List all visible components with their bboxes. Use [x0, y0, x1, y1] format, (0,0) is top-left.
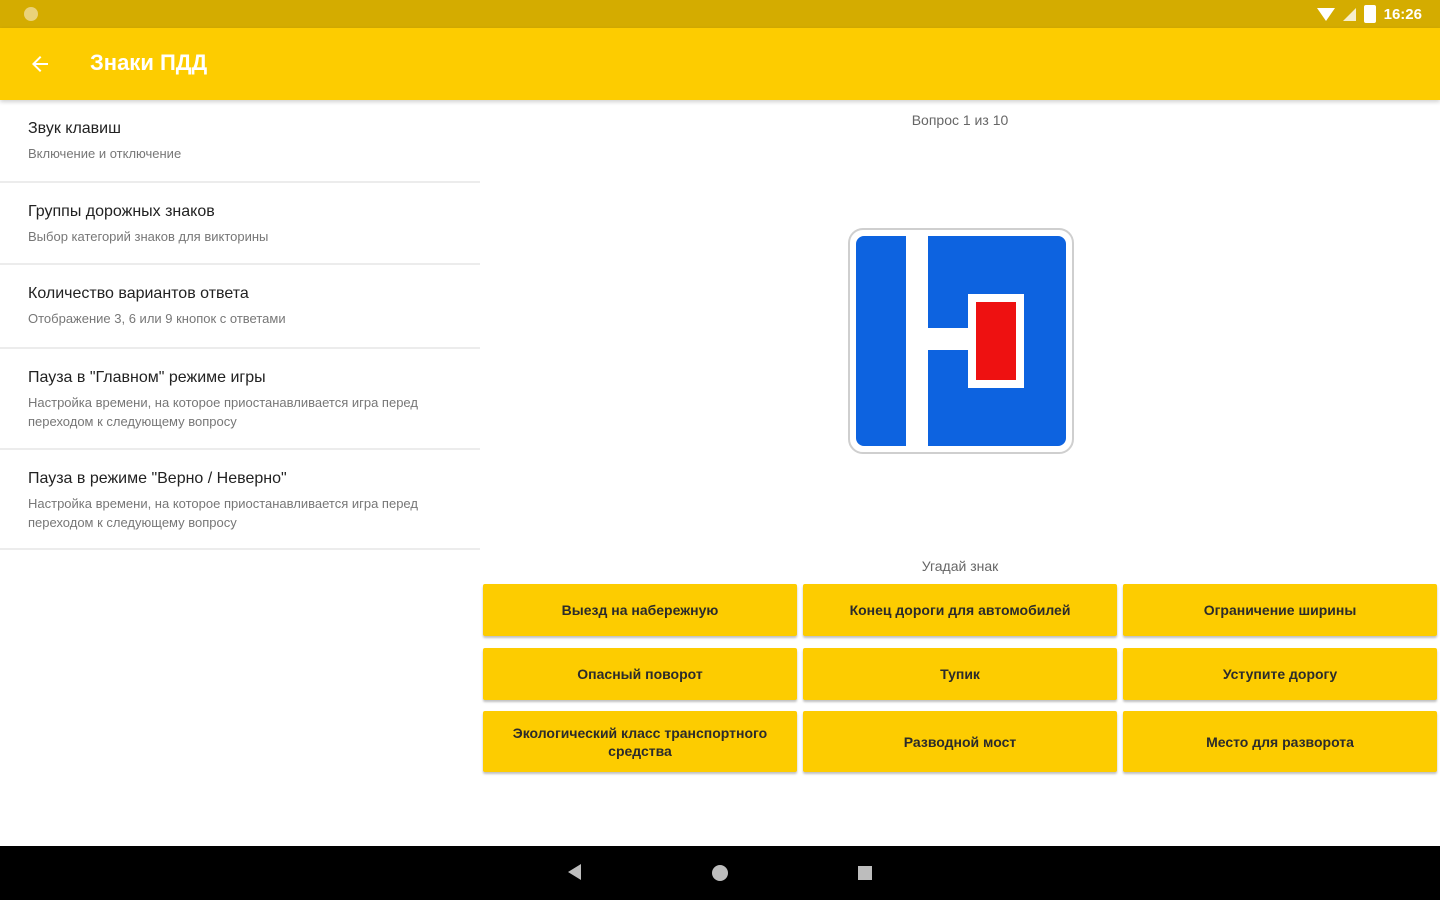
sign-road-branch — [928, 328, 970, 350]
setting-title: Пауза в режиме "Верно / Неверно" — [28, 470, 287, 487]
setting-title: Звук клавиш — [28, 120, 121, 137]
battery-icon — [1363, 5, 1376, 23]
status-bar: 16:26 — [0, 0, 1440, 28]
setting-title: Группы дорожных знаков — [28, 203, 215, 220]
arrow-left-icon — [32, 56, 48, 72]
answer-button[interactable]: Тупик — [803, 648, 1117, 700]
answer-button[interactable]: Уступите дорогу — [1123, 648, 1437, 700]
answer-button[interactable]: Опасный поворот — [483, 648, 797, 700]
answer-button[interactable]: Экологический класс транспортного средст… — [483, 711, 797, 772]
setting-answer-count[interactable]: Количество вариантов ответа Отображение … — [0, 265, 480, 349]
setting-key-sound[interactable]: Звук клавиш Включение и отключение — [0, 100, 480, 183]
setting-main-mode-pause[interactable]: Пауза в "Главном" режиме игры Настройка … — [0, 349, 480, 450]
system-nav-bar — [0, 846, 1440, 900]
setting-description: Настройка времени, на которое приостанав… — [28, 496, 418, 530]
setting-description: Отображение 3, 6 или 9 кнопок с ответами — [28, 311, 286, 326]
wifi-icon — [1316, 7, 1335, 21]
setting-title: Количество вариантов ответа — [28, 285, 249, 302]
app-bar: Знаки ПДД — [0, 28, 1440, 100]
nav-home-icon[interactable] — [712, 865, 728, 881]
answer-button[interactable]: Разводной мост — [803, 711, 1117, 772]
settings-list: Звук клавиш Включение и отключение Групп… — [0, 100, 480, 550]
nav-back-icon[interactable] — [568, 864, 581, 880]
signal-icon — [1342, 7, 1356, 21]
back-button[interactable] — [20, 44, 60, 84]
answer-button[interactable]: Место для разворота — [1123, 711, 1437, 772]
guess-prompt: Угадай знак — [921, 558, 999, 574]
setting-title: Пауза в "Главном" режиме игры — [28, 369, 266, 386]
nav-recents-icon[interactable] — [858, 866, 872, 880]
road-sign-image — [848, 228, 1074, 454]
setting-true-false-pause[interactable]: Пауза в режиме "Верно / Неверно" Настрой… — [0, 450, 480, 550]
setting-sign-groups[interactable]: Группы дорожных знаков Выбор категорий з… — [0, 183, 480, 265]
sign-dead-end-red — [976, 302, 1016, 380]
setting-description: Настройка времени, на которое приостанав… — [28, 395, 418, 429]
status-time: 16:26 — [1383, 5, 1422, 23]
notification-icon — [24, 7, 38, 21]
answer-button[interactable]: Ограничение ширины — [1123, 584, 1437, 636]
question-counter: Вопрос 1 из 10 — [911, 112, 1009, 128]
quiz-panel: Вопрос 1 из 10 Угадай знак Выезд на набе… — [480, 100, 1440, 846]
setting-description: Выбор категорий знаков для викторины — [28, 229, 269, 244]
answer-button[interactable]: Конец дороги для автомобилей — [803, 584, 1117, 636]
page-title: Знаки ПДД — [90, 50, 208, 75]
setting-description: Включение и отключение — [28, 146, 182, 161]
answer-button[interactable]: Выезд на набережную — [483, 584, 797, 636]
sign-road-vertical — [906, 236, 928, 446]
